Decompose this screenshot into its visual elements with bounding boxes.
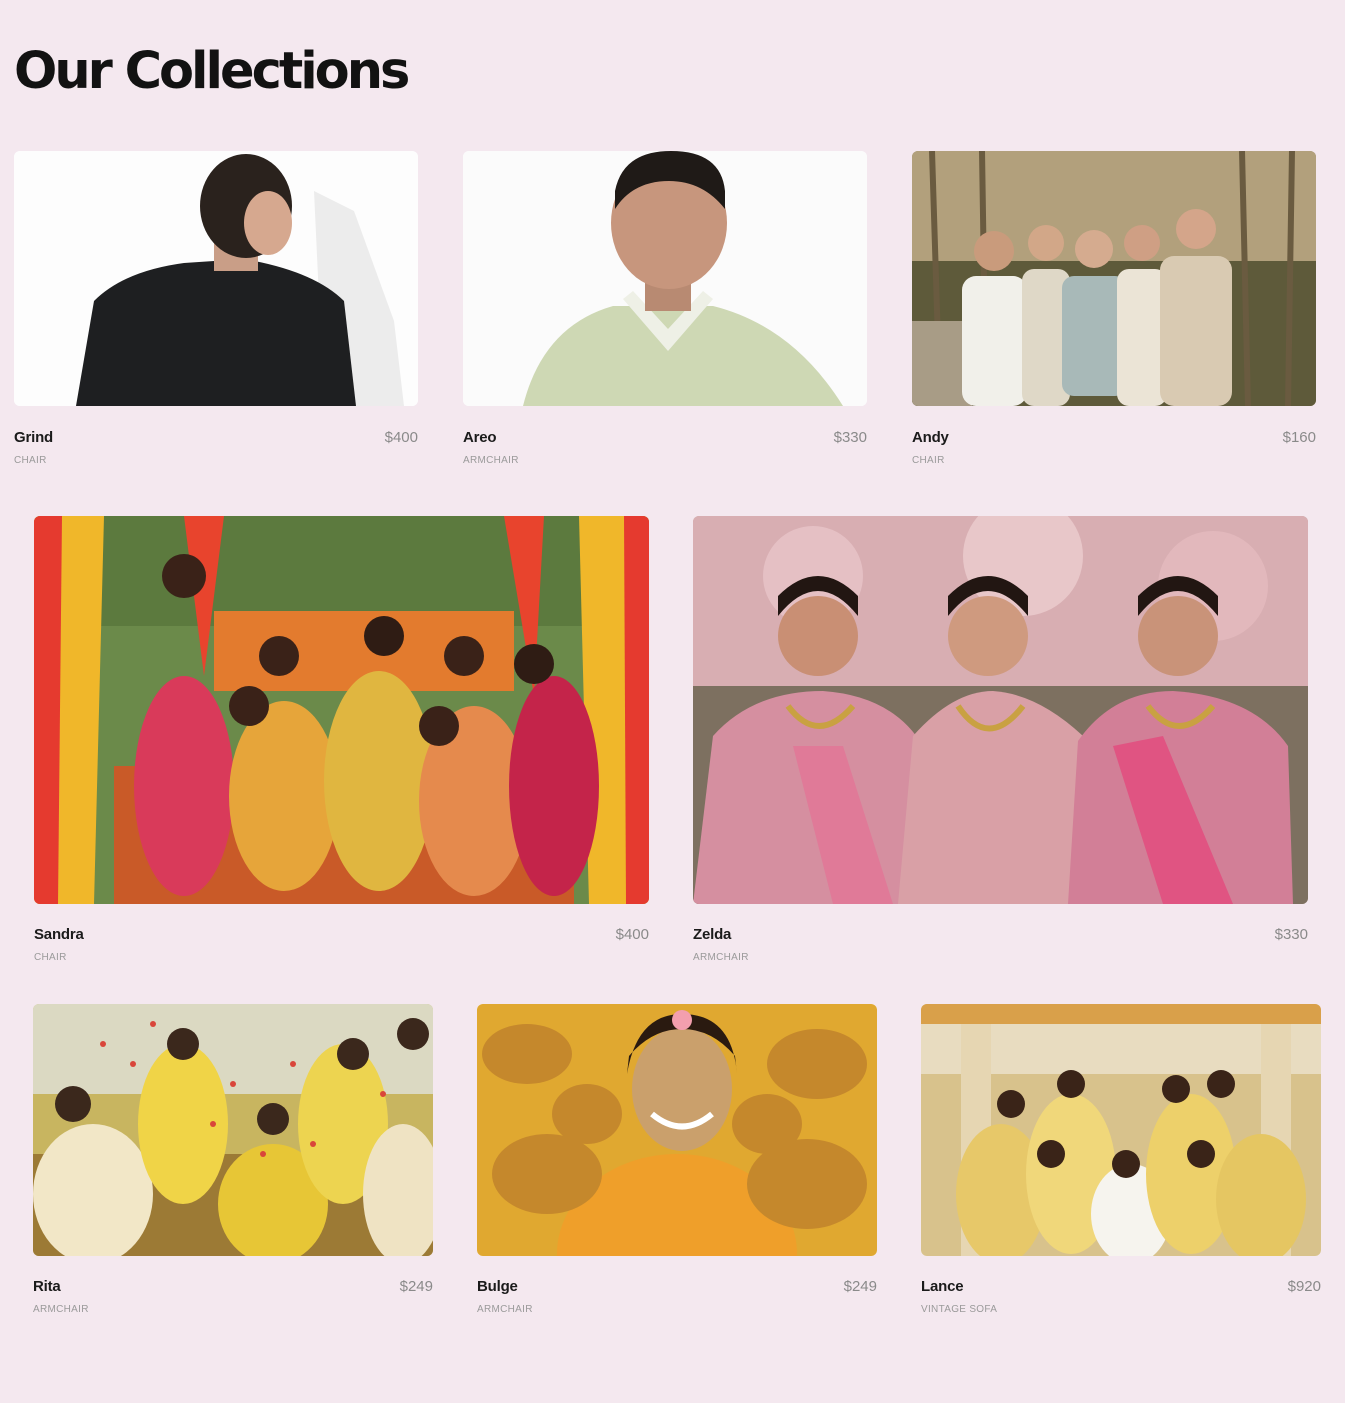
product-name: Lance xyxy=(921,1278,964,1295)
product-card-andy[interactable]: Andy $160 CHAIR xyxy=(912,151,1316,471)
product-image-rita[interactable] xyxy=(33,1004,433,1256)
bride-haldi-hands-photo xyxy=(477,1004,877,1256)
product-name: Areo xyxy=(463,429,497,446)
product-category: VINTAGE SOFA xyxy=(921,1304,998,1315)
product-category: ARMCHAIR xyxy=(463,455,519,466)
product-name: Andy xyxy=(912,429,949,446)
product-card-areo[interactable]: Areo $330 ARMCHAIR xyxy=(463,151,867,471)
product-price: $160 xyxy=(1282,429,1316,446)
product-card-grind[interactable]: Grind $400 CHAIR xyxy=(14,151,418,471)
product-name: Bulge xyxy=(477,1278,518,1295)
product-price: $249 xyxy=(399,1278,433,1295)
product-category: ARMCHAIR xyxy=(693,952,749,963)
page-title: Our Collections xyxy=(14,42,410,101)
product-price: $249 xyxy=(843,1278,877,1295)
product-name: Rita xyxy=(33,1278,61,1295)
man-black-shirt-back-view-photo xyxy=(14,151,418,406)
product-category: ARMCHAIR xyxy=(33,1304,89,1315)
product-category: ARMCHAIR xyxy=(477,1304,533,1315)
product-category: CHAIR xyxy=(34,952,67,963)
product-price: $400 xyxy=(384,429,418,446)
product-category: CHAIR xyxy=(912,455,945,466)
product-price: $400 xyxy=(615,926,649,943)
product-price: $920 xyxy=(1287,1278,1321,1295)
haldi-group-celebration-photo xyxy=(921,1004,1321,1256)
man-green-polo-portrait-photo xyxy=(463,151,867,406)
product-card-bulge[interactable]: Bulge $249 ARMCHAIR xyxy=(477,1004,877,1319)
product-image-bulge[interactable] xyxy=(477,1004,877,1256)
product-card-zelda[interactable]: Zelda $330 ARMCHAIR xyxy=(693,516,1308,966)
product-name: Sandra xyxy=(34,926,84,943)
product-category: CHAIR xyxy=(14,455,47,466)
product-price: $330 xyxy=(833,429,867,446)
product-price: $330 xyxy=(1274,926,1308,943)
product-image-sandra[interactable] xyxy=(34,516,649,904)
product-card-rita[interactable]: Rita $249 ARMCHAIR xyxy=(33,1004,433,1319)
product-image-areo[interactable] xyxy=(463,151,867,406)
product-card-sandra[interactable]: Sandra $400 CHAIR xyxy=(34,516,649,966)
product-card-lance[interactable]: Lance $920 VINTAGE SOFA xyxy=(921,1004,1321,1319)
three-women-pink-saree-photo xyxy=(693,516,1308,904)
product-name: Zelda xyxy=(693,926,732,943)
product-image-zelda[interactable] xyxy=(693,516,1308,904)
family-group-forest-photo xyxy=(912,151,1316,406)
product-image-lance[interactable] xyxy=(921,1004,1321,1256)
product-name: Grind xyxy=(14,429,53,446)
product-image-grind[interactable] xyxy=(14,151,418,406)
yellow-dress-petal-shower-photo xyxy=(33,1004,433,1256)
product-image-andy[interactable] xyxy=(912,151,1316,406)
women-haldi-ceremony-colorful-canopy-photo xyxy=(34,516,649,904)
